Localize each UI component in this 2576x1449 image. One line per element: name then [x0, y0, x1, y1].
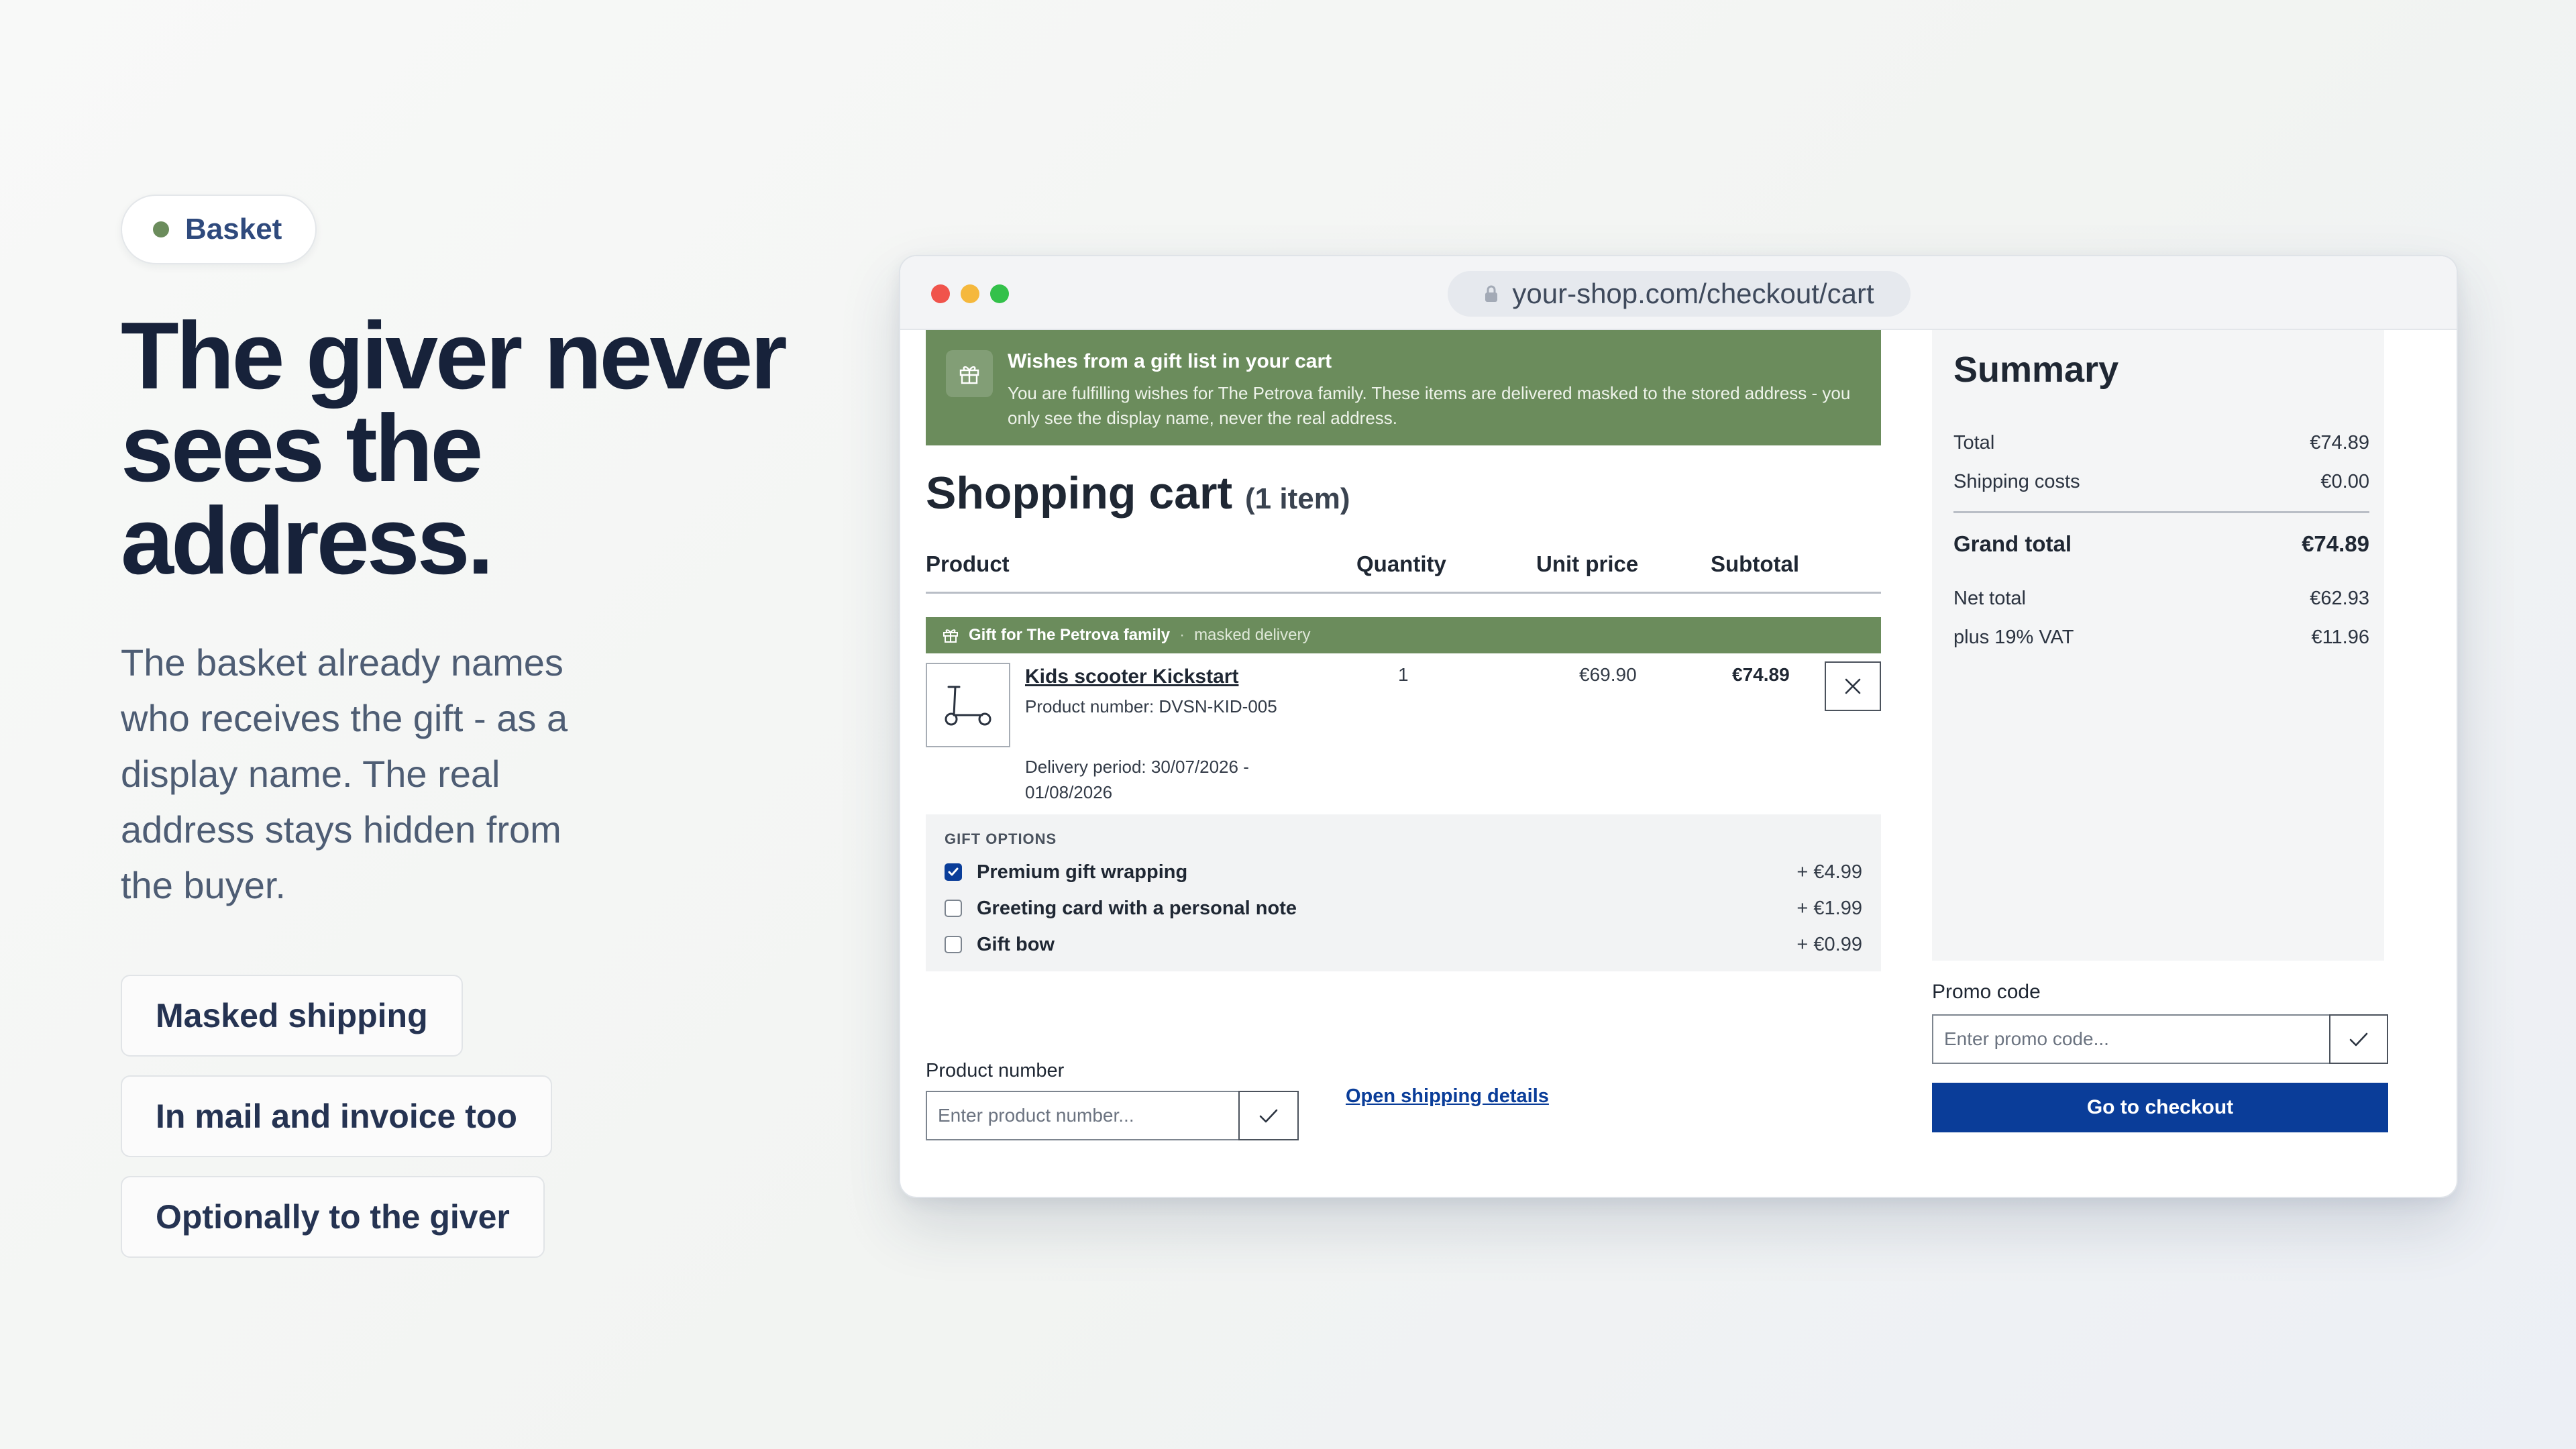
gift-options-heading: GIFT OPTIONS [945, 830, 1057, 847]
gift-group-separator: · [1179, 626, 1185, 644]
product-name-link[interactable]: Kids scooter Kickstart [1025, 665, 1238, 688]
order-summary: Summary Total €74.89 Shipping costs €0.0… [1932, 330, 2384, 961]
hero-description: The basket already names who receives th… [121, 641, 568, 906]
gift-options-panel: GIFT OPTIONS Premium gift wrapping + €4.… [926, 814, 1881, 971]
gift-option-label: Gift bow [977, 933, 1055, 955]
summary-row-vat: plus 19% VAT €11.96 [1953, 627, 2369, 649]
gift-option-row[interactable]: Premium gift wrapping + €4.99 [945, 859, 1862, 885]
summary-row-total: Total €74.89 [1953, 432, 2369, 454]
gift-wrapping-checkbox[interactable] [945, 863, 962, 881]
summary-net-value: €62.93 [2310, 588, 2369, 609]
column-header-product: Product [926, 551, 1010, 576]
banner-text: You are fulfilling wishes for The Petrov… [1008, 383, 1851, 428]
gift-option-label: Premium gift wrapping [977, 861, 1188, 883]
hero-section: Basket The giver never sees the address.… [121, 195, 792, 1258]
cart-title-text: Shopping cart [926, 468, 1233, 519]
promo-code-label: Promo code [1932, 981, 2041, 1003]
column-header-unit-price: Unit price [1536, 551, 1639, 576]
cart-item-count: (1 item) [1245, 482, 1350, 515]
basket-badge: Basket [121, 195, 317, 264]
gift-group-label: Gift for The Petrova family [969, 626, 1171, 644]
product-number: Product number: DVSN-KID-005 [1025, 696, 1277, 716]
summary-grand-value: €74.89 [2302, 531, 2369, 556]
summary-total-label: Total [1953, 432, 1995, 453]
remove-item-button[interactable] [1825, 661, 1881, 711]
feature-chip-optional-giver: Optionally to the giver [121, 1176, 545, 1258]
page-title: Shopping cart (1 item) [926, 467, 1350, 519]
item-subtotal: €74.89 [1732, 664, 1790, 685]
feature-list: Masked shipping In mail and invoice too … [121, 975, 792, 1258]
gift-option-price: + €0.99 [1796, 933, 1862, 955]
column-header-quantity: Quantity [1356, 551, 1446, 576]
product-number-input[interactable] [926, 1091, 1238, 1140]
checkmark-icon [2349, 1032, 2368, 1046]
gift-bow-checkbox[interactable] [945, 936, 962, 953]
window-close-button[interactable] [931, 284, 950, 303]
checkmark-icon [948, 867, 959, 876]
gift-list-banner: Wishes from a gift list in your cart You… [926, 330, 1881, 445]
browser-window: your-shop.com/checkout/cart Wishes from … [899, 255, 2458, 1198]
status-dot-icon [153, 221, 169, 237]
browser-toolbar: your-shop.com/checkout/cart [900, 256, 2457, 330]
gift-group-header: Gift for The Petrova family · masked del… [926, 617, 1881, 653]
hero-headline: The giver never sees the address. [121, 303, 788, 594]
close-icon [1845, 678, 1861, 694]
url-text: your-shop.com/checkout/cart [1512, 278, 1874, 309]
gift-icon [946, 350, 993, 397]
gift-option-label: Greeting card with a personal note [977, 897, 1297, 919]
summary-vat-label: plus 19% VAT [1953, 627, 2074, 648]
window-maximize-button[interactable] [990, 284, 1009, 303]
summary-divider [1953, 511, 2369, 513]
gift-option-price: + €4.99 [1796, 861, 1862, 883]
feature-chip-masked-shipping: Masked shipping [121, 975, 463, 1057]
gift-group-note: masked delivery [1194, 626, 1311, 644]
banner-title: Wishes from a gift list in your cart [1008, 350, 1332, 372]
summary-row-net: Net total €62.93 [1953, 588, 2369, 610]
apply-promo-button[interactable] [2329, 1014, 2388, 1064]
lock-icon [1485, 285, 1498, 302]
scooter-icon [945, 686, 991, 726]
summary-total-value: €74.89 [2310, 432, 2369, 453]
summary-shipping-label: Shipping costs [1953, 471, 2080, 492]
checkmark-icon [1259, 1109, 1278, 1123]
gift-option-row[interactable]: Greeting card with a personal note + €1.… [945, 895, 1862, 922]
gift-option-price: + €1.99 [1796, 897, 1862, 919]
address-bar[interactable]: your-shop.com/checkout/cart [1448, 271, 1911, 317]
product-number-label: Product number [926, 1060, 1065, 1081]
gift-option-row[interactable]: Gift bow + €0.99 [945, 931, 1862, 958]
basket-badge-label: Basket [185, 213, 282, 246]
item-unit-price: €69.90 [1579, 664, 1637, 685]
summary-row-shipping: Shipping costs €0.00 [1953, 471, 2369, 493]
promo-code-input[interactable] [1932, 1014, 2329, 1064]
checkout-button[interactable]: Go to checkout [1932, 1083, 2388, 1132]
feature-chip-mail-invoice: In mail and invoice too [121, 1075, 552, 1157]
table-header-divider [926, 592, 1881, 594]
delivery-period: Delivery period: 30/07/2026 - 01/08/2026 [1025, 757, 1249, 802]
summary-net-label: Net total [1953, 588, 2026, 609]
summary-title: Summary [1953, 350, 2119, 390]
product-thumbnail[interactable] [926, 663, 1010, 747]
greeting-card-checkbox[interactable] [945, 900, 962, 917]
shipping-details-link[interactable]: Open shipping details [1346, 1085, 1549, 1108]
item-quantity[interactable]: 1 [1398, 664, 1409, 686]
add-product-number-button[interactable] [1238, 1091, 1299, 1140]
column-header-subtotal: Subtotal [1711, 551, 1799, 576]
summary-grand-label: Grand total [1953, 531, 2072, 556]
gift-icon [943, 629, 958, 643]
summary-shipping-value: €0.00 [2320, 471, 2369, 492]
summary-vat-value: €11.96 [2311, 627, 2369, 648]
summary-row-grand-total: Grand total €74.89 [1953, 531, 2369, 557]
window-minimize-button[interactable] [961, 284, 979, 303]
